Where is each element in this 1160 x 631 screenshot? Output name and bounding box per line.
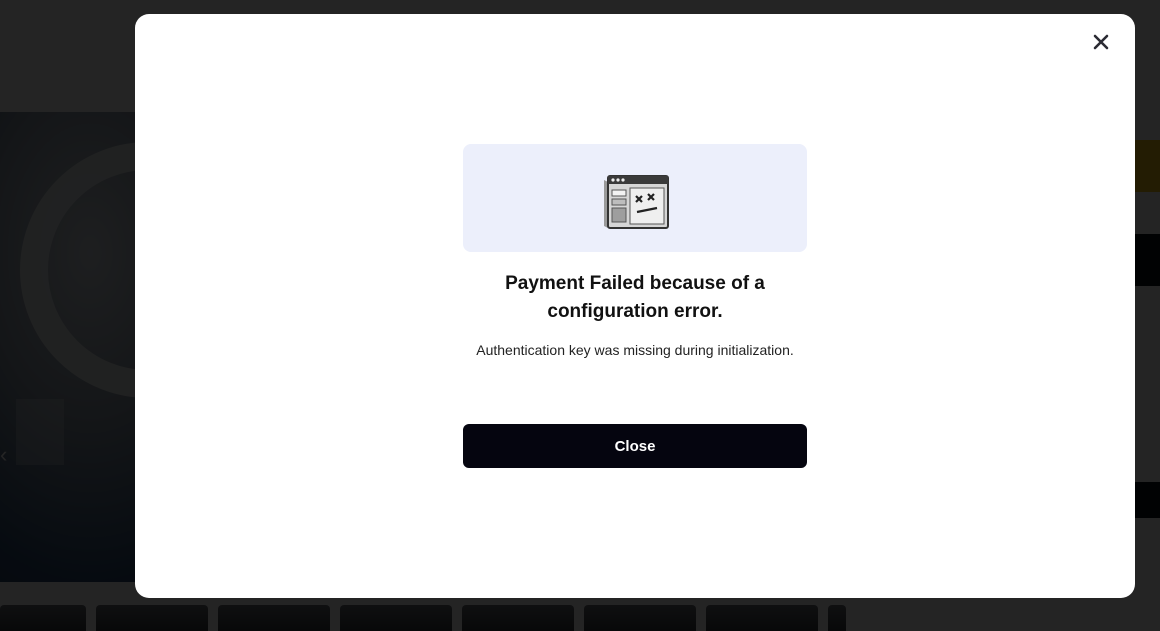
dialog-title: Payment Failed because of a configuratio… [505, 273, 765, 322]
dialog-message: Authentication key was missing during in… [476, 342, 794, 358]
payment-error-dialog: Payment Failed because of a configuratio… [135, 14, 1135, 598]
error-illustration [463, 144, 807, 252]
close-icon [1093, 34, 1109, 50]
close-button[interactable]: Close [463, 424, 807, 468]
dialog-content: Payment Failed because of a configuratio… [463, 144, 807, 468]
close-dialog-button[interactable] [1089, 30, 1113, 54]
error-window-icon [604, 175, 669, 229]
